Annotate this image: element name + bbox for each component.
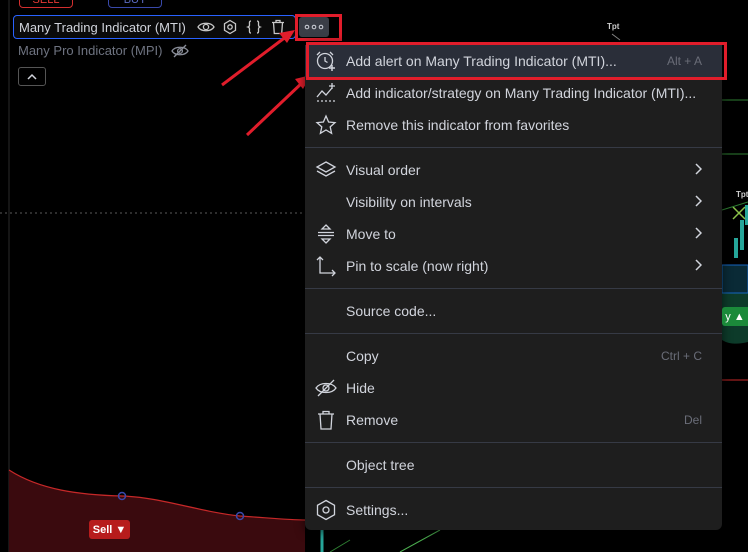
menu-item-pin-to-scale[interactable]: Pin to scale (now right) — [305, 250, 722, 282]
menu-item-label: Move to — [346, 226, 396, 242]
menu-item-object-tree[interactable]: Object tree — [305, 449, 722, 481]
menu-item-shortcut: Del — [683, 413, 702, 427]
chevron-right-icon — [695, 259, 702, 271]
chart-plus-icon — [315, 82, 337, 104]
menu-item-label: Remove this indicator from favorites — [346, 117, 570, 133]
menu-item-visual-order[interactable]: Visual order — [305, 154, 722, 186]
menu-item-label: Hide — [346, 380, 375, 396]
menu-separator — [305, 442, 722, 443]
menu-item-visibility-intervals[interactable]: Visibility on intervals — [305, 186, 722, 218]
trash-icon — [315, 409, 337, 431]
menu-separator — [305, 487, 722, 488]
star-icon — [315, 114, 337, 136]
menu-item-remove-favorites[interactable]: Remove this indicator from favorites — [305, 109, 722, 141]
sell-signal-badge: Sell ▼ — [89, 520, 130, 539]
menu-item-label: Copy — [346, 348, 379, 364]
menu-item-source-code[interactable]: Source code... — [305, 295, 722, 327]
menu-item-label: Source code... — [346, 303, 437, 319]
buy-signal-badge: y ▲ — [722, 307, 748, 326]
highlight-box-add-alert — [306, 42, 727, 80]
menu-item-label: Visibility on intervals — [346, 194, 472, 210]
menu-item-shortcut: Ctrl + C — [660, 349, 702, 363]
menu-item-label: Object tree — [346, 457, 415, 473]
indicator-context-menu: Add alert on Many Trading Indicator (MTI… — [305, 42, 727, 530]
pin-scale-icon — [315, 255, 337, 277]
chevron-right-icon — [695, 163, 702, 175]
menu-item-label: Pin to scale (now right) — [346, 258, 489, 274]
menu-separator — [305, 333, 722, 334]
menu-item-hide[interactable]: Hide — [305, 372, 722, 404]
hexagon-settings-icon — [315, 499, 337, 521]
menu-item-label: Settings... — [346, 502, 409, 518]
menu-item-copy[interactable]: Copy Ctrl + C — [305, 340, 722, 372]
menu-separator — [305, 288, 722, 289]
chevron-right-icon — [695, 227, 702, 239]
layers-icon — [315, 159, 337, 181]
menu-item-label: Visual order — [346, 162, 421, 178]
menu-separator — [305, 147, 722, 148]
chevron-right-icon — [695, 195, 702, 207]
menu-item-add-indicator[interactable]: Add indicator/strategy on Many Trading I… — [305, 77, 722, 109]
menu-item-remove[interactable]: Remove Del — [305, 404, 722, 436]
menu-item-move-to[interactable]: Move to — [305, 218, 722, 250]
menu-item-settings[interactable]: Settings... — [305, 494, 722, 526]
eye-slash-icon — [315, 377, 337, 399]
move-to-icon — [315, 223, 337, 245]
menu-item-label: Add indicator/strategy on Many Trading I… — [346, 85, 697, 101]
menu-item-label: Remove — [346, 412, 399, 428]
